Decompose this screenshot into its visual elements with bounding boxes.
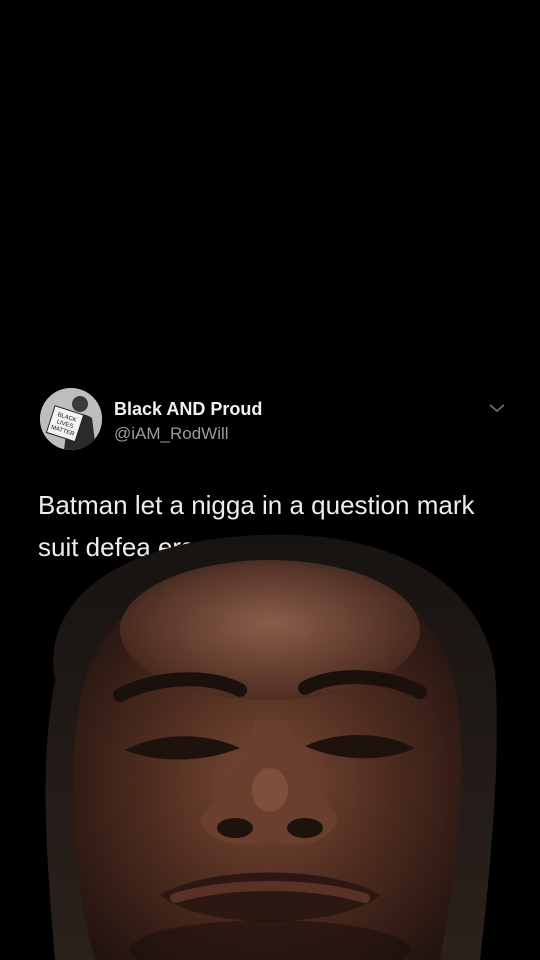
person-face-overlay <box>0 510 540 960</box>
author-avatar[interactable]: BLACK LIVES MATTER <box>40 388 102 450</box>
author-name[interactable]: Black AND Proud <box>114 399 262 420</box>
video-frame: BLACK LIVES MATTER Black AND Proud @iAM_… <box>0 0 540 960</box>
avatar-image: BLACK LIVES MATTER <box>40 388 102 450</box>
author-handle[interactable]: @iAM_RodWill <box>114 424 229 444</box>
chevron-down-icon[interactable] <box>486 400 508 416</box>
